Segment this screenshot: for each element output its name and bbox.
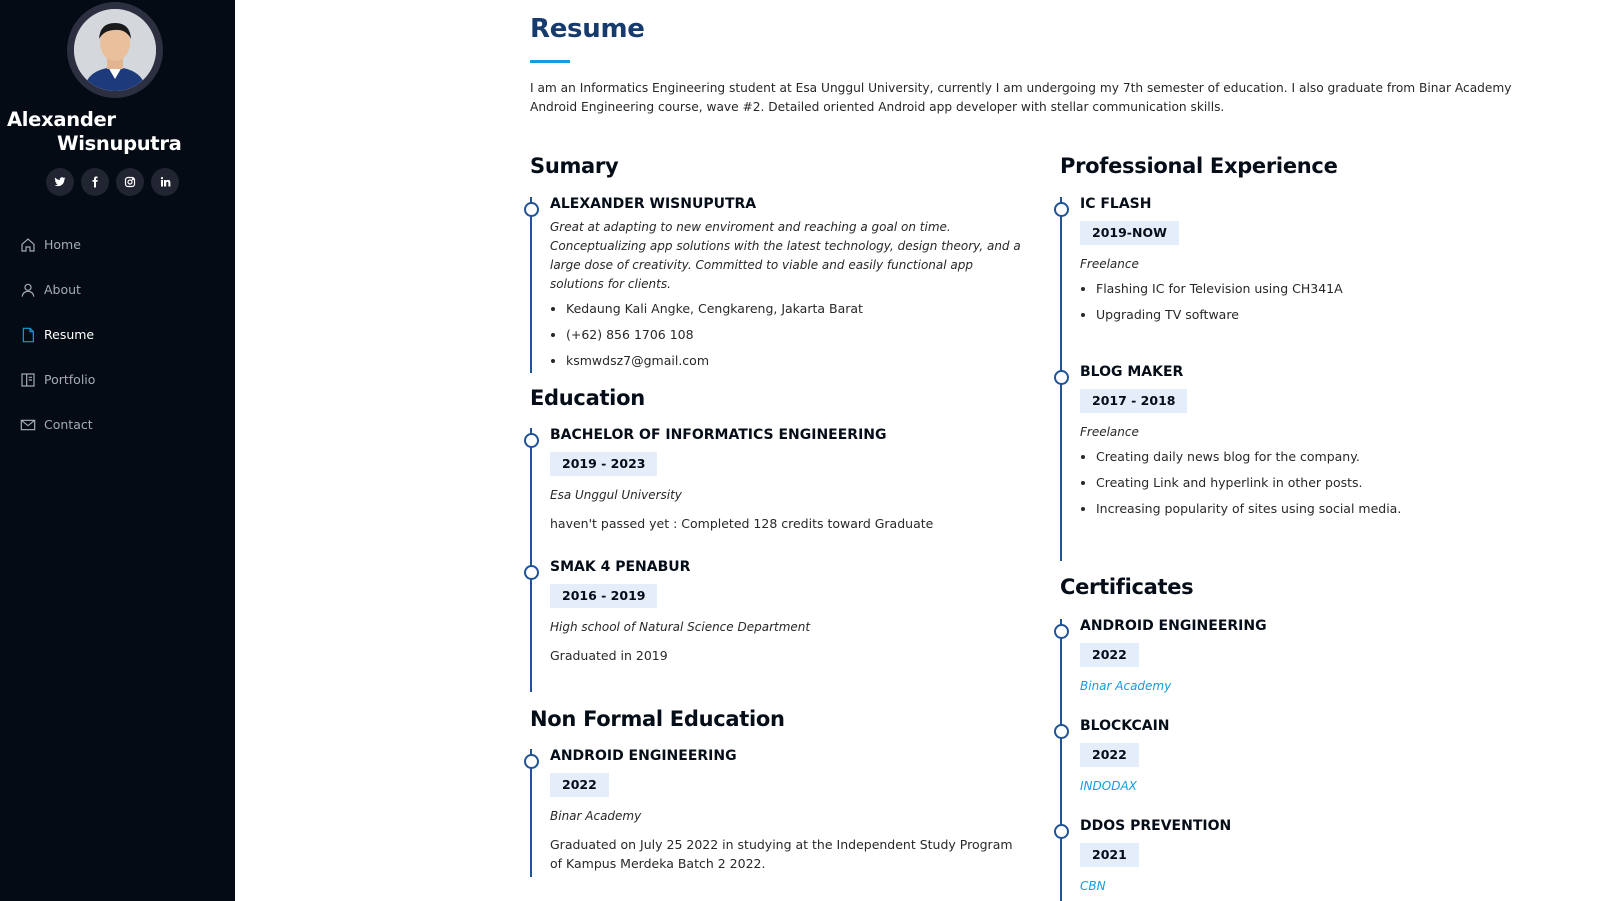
experience-item: BLOG MAKER 2017 - 2018 Freelance Creatin… — [1053, 364, 1401, 561]
experience-title: Professional Experience — [1060, 154, 1338, 178]
profile-first-name: Alexander — [7, 108, 116, 131]
experience-item-type: Freelance — [1080, 425, 1139, 439]
home-icon — [20, 237, 36, 253]
education-item: SMAK 4 PENABUR 2016 - 2019 High school o… — [523, 559, 811, 692]
experience-item-title: IC FLASH — [1080, 196, 1152, 212]
certificate-item-date: 2022 — [1080, 643, 1139, 667]
experience-point: Upgrading TV software — [1096, 306, 1343, 324]
nav-menu: Home About Resume Portfolio Contact — [0, 222, 235, 447]
contact-phone: (+62) 856 1706 108 — [566, 326, 1030, 344]
experience-point: Creating daily news blog for the company… — [1096, 448, 1401, 466]
instagram-icon[interactable] — [116, 168, 144, 196]
summary-name: ALEXANDER WISNUPUTRA — [550, 196, 757, 212]
nav-item-resume[interactable]: Resume — [0, 312, 235, 357]
experience-item-type: Freelance — [1080, 257, 1139, 271]
certificate-item-issuer[interactable]: INDODAX — [1080, 777, 1170, 796]
certificates-title: Certificates — [1060, 575, 1194, 599]
contact-list: Kedaung Kali Angke, Cengkareng, Jakarta … — [550, 300, 1030, 370]
education-title: Education — [530, 386, 645, 410]
twitter-icon[interactable] — [46, 168, 74, 196]
nav-label-about: About — [44, 282, 81, 297]
nonformal-item-place: Binar Academy — [550, 809, 642, 823]
book-icon — [20, 372, 36, 388]
nav-label-home: Home — [44, 237, 81, 252]
title-underline — [530, 60, 570, 63]
experience-item: IC FLASH 2019-NOW Freelance Flashing IC … — [1054, 196, 1343, 365]
nav-item-contact[interactable]: Contact — [0, 402, 235, 447]
envelope-icon — [20, 417, 36, 433]
nav-label-resume: Resume — [44, 327, 95, 342]
profile-last-name: Wisnuputra — [57, 132, 182, 155]
page-title: Resume — [530, 14, 645, 44]
nav-label-portfolio: Portfolio — [44, 372, 96, 387]
experience-point: Flashing IC for Television using CH341A — [1096, 280, 1343, 298]
experience-points: Creating daily news blog for the company… — [1080, 448, 1401, 518]
social-links — [46, 168, 179, 196]
experience-point: Creating Link and hyperlink in other pos… — [1096, 474, 1401, 492]
education-item-place: High school of Natural Science Departmen… — [550, 620, 811, 634]
experience-item-title: BLOG MAKER — [1080, 364, 1184, 380]
summary-item: ALEXANDER WISNUPUTRA Great at adapting t… — [524, 196, 1030, 373]
nonformal-item-date: 2022 — [550, 773, 609, 797]
certificate-item-issuer[interactable]: Binar Academy — [1080, 677, 1267, 696]
nonformal-item-title: ANDROID ENGINEERING — [550, 748, 737, 764]
education-item-note: haven't passed yet : Completed 128 credi… — [550, 516, 934, 531]
summary-description: Great at adapting to new enviroment and … — [550, 220, 1021, 291]
summary-title: Sumary — [530, 154, 619, 178]
certificate-item-title: DDOS PREVENTION — [1080, 818, 1232, 834]
education-item-title: SMAK 4 PENABUR — [550, 559, 691, 575]
certificate-item-date: 2021 — [1080, 843, 1139, 867]
education-item-date: 2016 - 2019 — [550, 584, 658, 608]
sidebar: Alexander Wisnuputra Home About Resume P… — [0, 0, 235, 901]
contact-address: Kedaung Kali Angke, Cengkareng, Jakarta … — [566, 300, 1030, 318]
certificate-item: BLOCKCAIN 2022 INDODAX — [1054, 718, 1170, 819]
certificate-item-title: BLOCKCAIN — [1080, 718, 1170, 734]
experience-point: Increasing popularity of sites using soc… — [1096, 500, 1401, 518]
nonformal-item: ANDROID ENGINEERING 2022 Binar Academy G… — [524, 748, 1020, 877]
contact-email: ksmwdsz7@gmail.com — [566, 352, 1030, 370]
nonformal-item-note: Graduated on July 25 2022 in studying at… — [550, 837, 1013, 871]
experience-item-date: 2017 - 2018 — [1080, 389, 1188, 413]
education-item-date: 2019 - 2023 — [550, 452, 658, 476]
nav-item-home[interactable]: Home — [0, 222, 235, 267]
nonformal-title: Non Formal Education — [530, 707, 785, 731]
certificate-item-date: 2022 — [1080, 743, 1139, 767]
file-icon — [20, 327, 36, 343]
profile-name: Alexander Wisnuputra — [0, 108, 235, 156]
education-item: BACHELOR OF INFORMATICS ENGINEERING 2019… — [523, 427, 934, 560]
education-item-place: Esa Unggul University — [550, 488, 682, 502]
person-icon — [20, 282, 36, 298]
nav-label-contact: Contact — [44, 417, 93, 432]
intro-text: I am an Informatics Engineering student … — [530, 81, 1512, 114]
avatar — [67, 2, 163, 98]
linkedin-icon[interactable] — [151, 168, 179, 196]
certificate-item-issuer[interactable]: CBN — [1080, 877, 1231, 896]
certificate-item: ANDROID ENGINEERING 2022 Binar Academy — [1054, 618, 1267, 719]
facebook-icon[interactable] — [81, 168, 109, 196]
education-item-note: Graduated in 2019 — [550, 648, 668, 663]
certificate-item: DDOS PREVENTION 2021 CBN — [1053, 818, 1232, 901]
experience-item-date: 2019-NOW — [1080, 221, 1179, 245]
nav-item-about[interactable]: About — [0, 267, 235, 312]
education-item-title: BACHELOR OF INFORMATICS ENGINEERING — [550, 427, 887, 443]
experience-points: Flashing IC for Television using CH341A … — [1080, 280, 1343, 324]
certificate-item-title: ANDROID ENGINEERING — [1080, 618, 1267, 634]
nav-item-portfolio[interactable]: Portfolio — [0, 357, 235, 402]
